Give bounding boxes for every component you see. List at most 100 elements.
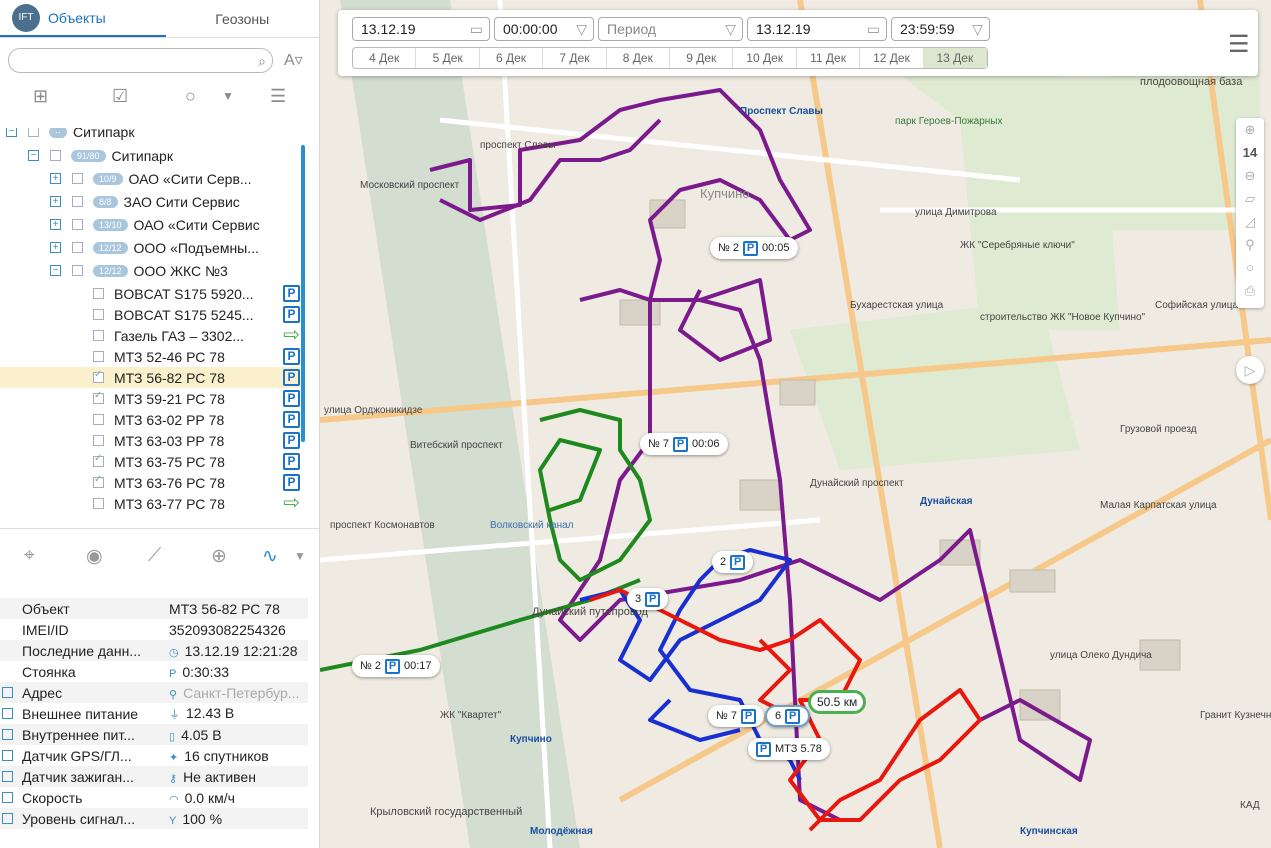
- tree-object[interactable]: BOBCAT S175 5920... P: [0, 283, 300, 304]
- expand-icon[interactable]: +: [50, 196, 61, 207]
- day-button[interactable]: 8 Дек: [607, 48, 671, 68]
- chevron-down-icon[interactable]: ▼: [294, 549, 306, 563]
- track-popup[interactable]: № 2 P 00:17: [352, 655, 440, 677]
- track-popup[interactable]: 2P: [712, 551, 754, 573]
- status-filter-icon[interactable]: ○: [185, 86, 196, 107]
- day-button[interactable]: 4 Дек: [353, 48, 417, 68]
- search-input[interactable]: ⌕: [8, 48, 273, 73]
- tree-object[interactable]: МТЗ 59-21 РС 78 P: [0, 388, 300, 409]
- checkbox[interactable]: [2, 813, 13, 824]
- checkbox[interactable]: [2, 792, 13, 803]
- day-button[interactable]: 12 Дек: [860, 48, 924, 68]
- search-icon[interactable]: ○: [1236, 256, 1264, 279]
- collapse-icon[interactable]: −: [28, 150, 39, 161]
- zoom-out-icon[interactable]: ⊖: [1236, 164, 1264, 187]
- time-to-select[interactable]: 23:59:59 ▽: [891, 17, 990, 41]
- track-popup[interactable]: № 7 P 00:06: [640, 433, 728, 455]
- panel-toggle-icon[interactable]: ▷: [1236, 356, 1264, 384]
- checkbox[interactable]: [2, 750, 13, 761]
- expand-icon[interactable]: +: [50, 173, 61, 184]
- zoom-in-icon[interactable]: ⊕: [1236, 118, 1264, 141]
- day-button[interactable]: 7 Дек: [543, 48, 607, 68]
- checkbox[interactable]: [2, 708, 13, 719]
- list-view-icon[interactable]: ☰: [270, 86, 286, 107]
- day-button[interactable]: 13 Дек: [923, 48, 988, 68]
- tree-subgroup[interactable]: +13/10 ОАО «Сити Сервис: [0, 214, 300, 235]
- day-button[interactable]: 6 Дек: [480, 48, 544, 68]
- day-button[interactable]: 10 Дек: [733, 48, 797, 68]
- tree-subgroup[interactable]: − 12/12 ООО ЖКС №3: [0, 260, 300, 281]
- checkbox[interactable]: [93, 453, 104, 467]
- map[interactable]: Проспект Славы Купчино улица Димитрова п…: [320, 0, 1271, 848]
- checkbox[interactable]: [72, 219, 83, 230]
- date-from-input[interactable]: 13.12.19 ▭: [352, 17, 490, 41]
- collapse-icon[interactable]: −: [50, 265, 61, 276]
- checkbox[interactable]: [93, 351, 104, 362]
- tree-scrollbar[interactable]: [301, 145, 305, 442]
- checkbox[interactable]: [93, 330, 104, 341]
- map-layers-icon[interactable]: ▱: [1236, 187, 1264, 210]
- chevron-down-icon[interactable]: ▼: [222, 89, 234, 103]
- tree-group[interactable]: − 91/80 Ситипарк: [0, 145, 300, 166]
- period-select[interactable]: Период ▽: [598, 17, 743, 41]
- checkbox[interactable]: [72, 265, 83, 276]
- checkbox[interactable]: [72, 173, 83, 184]
- track-icon[interactable]: ∿: [262, 545, 278, 568]
- expand-icon[interactable]: +: [50, 219, 61, 230]
- checkbox[interactable]: [72, 242, 83, 253]
- checkbox[interactable]: [93, 390, 104, 404]
- checkbox[interactable]: [2, 771, 13, 782]
- checkbox[interactable]: [93, 414, 104, 425]
- calendar-icon[interactable]: ▭: [470, 21, 483, 38]
- checkbox[interactable]: [93, 288, 104, 299]
- checkbox[interactable]: [93, 369, 104, 383]
- tab-geozones[interactable]: Геозоны: [166, 0, 320, 37]
- day-button[interactable]: 9 Дек: [670, 48, 734, 68]
- day-button[interactable]: 11 Дек: [797, 48, 861, 68]
- tree-object[interactable]: МТЗ 63-03 РР 78 P: [0, 430, 300, 451]
- tree-object[interactable]: МТЗ 63-77 РС 78 ⇨: [0, 493, 300, 514]
- location-pin-icon[interactable]: ⌖: [24, 545, 35, 567]
- calendar-icon[interactable]: ▭: [867, 21, 880, 38]
- menu-icon[interactable]: ☰: [1228, 30, 1250, 59]
- time-from-select[interactable]: 00:00:00 ▽: [494, 17, 594, 41]
- tree-object[interactable]: МТЗ 63-75 РС 78 P: [0, 451, 300, 472]
- tab-objects[interactable]: IFT Объекты: [0, 0, 166, 37]
- direction-icon[interactable]: ⊕: [211, 545, 227, 568]
- expand-all-icon[interactable]: ⊞: [33, 86, 48, 107]
- sort-dropdown[interactable]: A▿: [284, 50, 303, 70]
- tree-object[interactable]: МТЗ 56-82 РС 78 P: [0, 367, 300, 388]
- tree-root[interactable]: − ·· Ситипарк: [6, 128, 306, 142]
- pin-icon[interactable]: ⚲: [1236, 233, 1264, 256]
- tree-object[interactable]: Газель ГАЗ – 3302... ⇨: [0, 325, 300, 346]
- checkbox[interactable]: [2, 687, 13, 698]
- tree-subgroup[interactable]: +8/8 ЗАО Сити Сервис: [0, 191, 300, 212]
- tree-object[interactable]: МТЗ 63-02 РР 78 P: [0, 409, 300, 430]
- print-icon[interactable]: ⎙: [1236, 279, 1264, 302]
- tree-object[interactable]: BOBCAT S175 5245... P: [0, 304, 300, 325]
- day-button[interactable]: 5 Дек: [416, 48, 480, 68]
- checkbox[interactable]: [2, 729, 13, 740]
- tree-subgroup[interactable]: +12/12 ООО «Подъемны...: [0, 237, 300, 258]
- tree-object[interactable]: МТЗ 52-46 РС 78 P: [0, 346, 300, 367]
- track-popup[interactable]: 6P: [765, 705, 811, 727]
- track-popup[interactable]: P МТЗ 5.78: [748, 738, 830, 760]
- eye-icon[interactable]: ◉: [86, 545, 103, 568]
- chart-icon[interactable]: ⟋: [148, 545, 161, 567]
- ruler-icon[interactable]: ◿: [1236, 210, 1264, 233]
- track-popup[interactable]: № 7P: [708, 705, 764, 727]
- tree-object[interactable]: МТЗ 63-76 РС 78 P: [0, 472, 300, 493]
- track-popup[interactable]: 3P: [627, 588, 669, 610]
- checkbox[interactable]: [28, 128, 39, 137]
- track-popup[interactable]: № 2 P 00:05: [710, 237, 798, 259]
- checkbox[interactable]: [93, 309, 104, 320]
- checkbox[interactable]: [50, 150, 61, 161]
- date-to-input[interactable]: 13.12.19 ▭: [747, 17, 887, 41]
- checkbox[interactable]: [93, 474, 104, 488]
- checkbox[interactable]: [72, 196, 83, 207]
- tree-subgroup[interactable]: +10/9 ОАО «Сити Серв...: [0, 168, 300, 189]
- expand-icon[interactable]: +: [50, 242, 61, 253]
- checkbox[interactable]: [93, 498, 104, 509]
- check-all-icon[interactable]: ☑: [112, 86, 128, 107]
- checkbox[interactable]: [93, 435, 104, 446]
